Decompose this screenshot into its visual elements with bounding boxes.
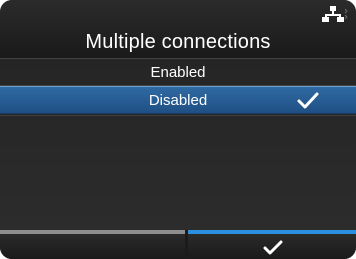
settings-panel: Multiple connections Enabled Disabled xyxy=(0,0,356,259)
header: Multiple connections xyxy=(0,0,356,58)
option-disabled[interactable]: Disabled xyxy=(0,86,356,114)
option-label-disabled: Disabled xyxy=(148,92,208,109)
check-icon xyxy=(297,92,319,109)
check-icon xyxy=(263,240,283,255)
list-divider xyxy=(0,115,356,116)
option-list: Enabled Disabled xyxy=(0,58,356,230)
confirm-softkey[interactable] xyxy=(188,230,356,259)
left-softkey[interactable] xyxy=(0,230,185,259)
option-enabled[interactable]: Enabled xyxy=(0,58,356,86)
option-label-enabled: Enabled xyxy=(150,64,206,81)
printer-screen: Multiple connections Enabled Disabled xyxy=(0,0,356,259)
page-title: Multiple connections xyxy=(85,31,271,53)
softkey-bar xyxy=(0,230,356,259)
network-icon xyxy=(322,6,348,22)
